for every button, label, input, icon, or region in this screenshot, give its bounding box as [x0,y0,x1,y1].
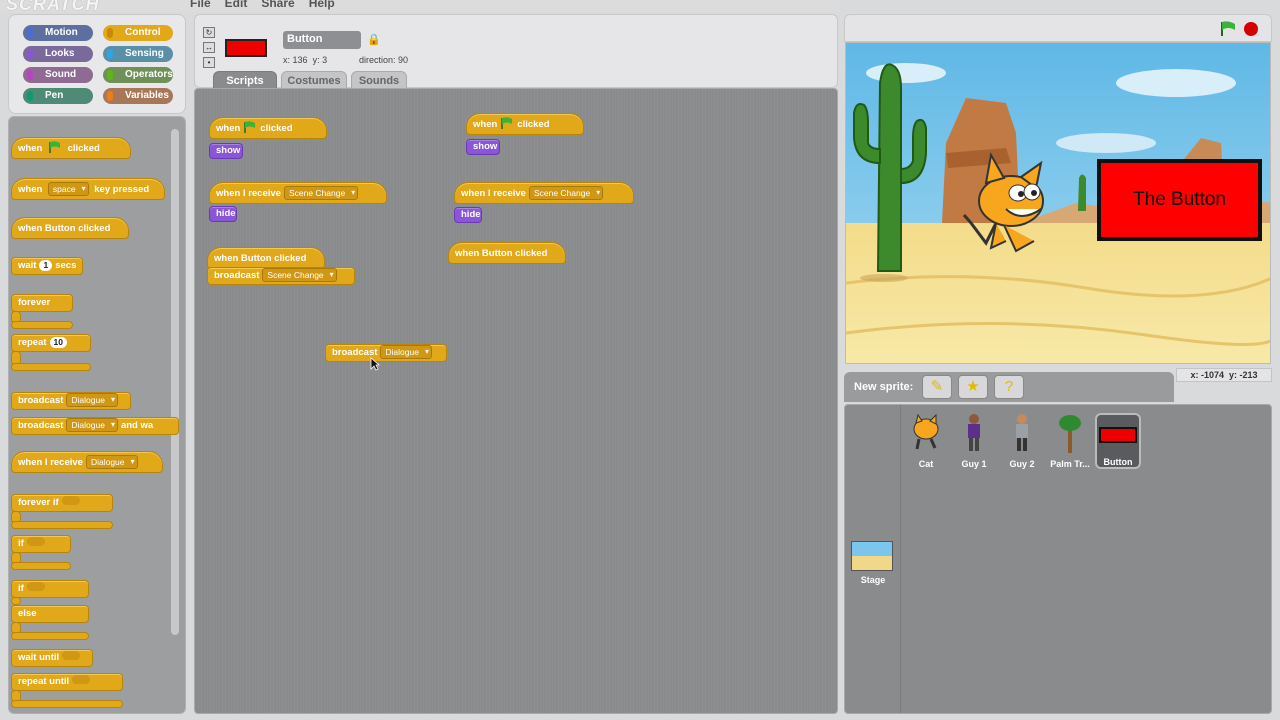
wait-number-input[interactable]: 1 [39,260,53,271]
button-thumbnail-icon [1099,427,1137,443]
tab-costumes[interactable]: Costumes [281,71,347,89]
sprite-x: 136 [292,55,308,65]
guy-2-thumbnail-icon [1016,414,1028,451]
category-sensing[interactable]: Sensing [103,46,173,62]
paint-new-sprite-button[interactable]: ✎ [922,375,952,399]
if-condition-slot[interactable] [26,537,45,546]
stage[interactable]: The Button [845,42,1271,364]
tab-sounds[interactable]: Sounds [351,71,407,89]
category-pen[interactable]: Pen [23,88,93,104]
broadcast-and-wait-block[interactable]: broadcastDialogueand wa [11,417,179,435]
green-flag-icon[interactable] [1219,21,1237,37]
wait-secs-block[interactable]: wait 1 secs [11,257,83,275]
cat-thumbnail-icon [913,413,939,450]
the-button-sprite[interactable]: The Button [1097,159,1262,241]
sprite-item-guy-2[interactable]: Guy 2 [999,413,1045,469]
show-block[interactable]: show [466,139,500,155]
when-flag-clicked-block[interactable]: when clicked [11,137,131,159]
category-operators[interactable]: Operators [103,67,173,83]
sprite-info-panel: ↻ ↔ • Button 🔒 x: 136 y: 3 direction: 90… [194,14,838,89]
menu-edit[interactable]: Edit [225,0,248,10]
tab-scripts[interactable]: Scripts [213,71,277,89]
category-sound[interactable]: Sound [23,67,93,83]
sprite-name-field[interactable]: Button [283,31,361,49]
wait-until-condition-slot[interactable] [62,651,81,660]
palm-tree-thumbnail-icon [1059,415,1081,453]
category-panel: Motion Control Looks Sensing Sound Opera… [8,14,186,114]
stage-column: Stage [845,405,901,713]
category-variables[interactable]: Variables [103,88,173,104]
sound-swatch-icon [27,70,33,80]
main-menu: File Edit Share Help [190,0,335,10]
hide-block[interactable]: hide [454,207,482,223]
category-looks[interactable]: Looks [23,46,93,62]
receive-message-dropdown[interactable]: Scene Change [283,186,359,200]
sprite-thumbnail [225,39,267,57]
when-key-pressed-block[interactable]: when space key pressed [11,178,165,200]
menu-file[interactable]: File [190,0,211,10]
sprite-list: Stage Cat Guy 1 Guy 2 Palm Tr... Button [844,404,1272,714]
forever-if-condition-slot[interactable] [61,496,80,505]
sprite-position: x: 136 y: 3 [283,55,328,65]
stop-sign-icon[interactable] [1243,21,1259,37]
motion-swatch-icon [27,28,33,38]
rotate-flip-icon[interactable]: ↔ [203,42,215,53]
receive-message-dropdown[interactable]: Scene Change [528,186,604,200]
block-palette: when clicked when space key pressed when… [8,116,186,714]
sprite-y: 3 [322,55,328,65]
green-flag-icon [244,121,256,133]
stage-thumbnail[interactable] [851,541,893,571]
random-sprite-button[interactable]: ? [994,375,1024,399]
sprite-direction: direction: 90 [359,55,409,65]
lock-icon[interactable]: 🔒 [367,33,381,46]
hide-block[interactable]: hide [209,206,237,222]
operators-swatch-icon [107,70,113,80]
scratch-logo: SCRATCH [6,0,100,14]
menu-bar: SCRATCH File Edit Share Help [0,0,840,14]
looks-swatch-icon [27,49,33,59]
category-motion[interactable]: Motion [23,25,93,41]
sprite-item-cat[interactable]: Cat [903,413,949,469]
key-dropdown[interactable]: space [47,182,89,196]
menu-share[interactable]: Share [261,0,294,10]
broadcast-message-dropdown[interactable]: Scene Change [262,268,337,282]
when-sprite-clicked-block[interactable]: when Button clicked [11,217,129,239]
variables-swatch-icon [107,91,113,101]
stage-label: Stage [860,575,886,585]
rotate-none-icon[interactable]: • [203,57,215,68]
palette-scrollbar[interactable] [171,129,179,635]
control-swatch-icon [107,28,113,38]
wait-until-block[interactable]: wait until [11,649,93,667]
sensing-swatch-icon [107,49,113,59]
broadcast-wait-message-dropdown[interactable]: Dialogue [66,418,118,432]
script-button-clicked[interactable]: when Button clicked [448,242,566,264]
mouse-coordinates: x: -1074 y: -213 [1176,368,1272,382]
sprite-item-guy-1[interactable]: Guy 1 [951,413,997,469]
show-block[interactable]: show [209,143,243,159]
scripts-area[interactable]: when clicked show when I receive Scene Cha… [194,88,838,714]
if-else-condition-slot[interactable] [26,582,45,591]
broadcast-message-dropdown[interactable]: Dialogue [380,345,432,359]
new-sprite-bar: New sprite: ✎ ★ ? [844,372,1174,402]
menu-help[interactable]: Help [309,0,335,10]
repeat-until-condition-slot[interactable] [72,675,91,684]
category-control[interactable]: Control [103,25,173,41]
repeat-number-input[interactable]: 10 [49,337,67,348]
stage-toolbar [844,14,1272,42]
rotate-full-icon[interactable]: ↻ [203,27,215,38]
guy-1-thumbnail-icon [968,414,980,451]
broadcast-block[interactable]: broadcast Dialogue [11,392,131,410]
pen-swatch-icon [27,91,33,101]
broadcast-message-dropdown[interactable]: Dialogue [66,393,118,407]
sprite-item-button[interactable]: Button [1095,413,1141,469]
receive-message-dropdown[interactable]: Dialogue [85,455,138,469]
green-flag-icon [501,117,513,129]
choose-sprite-from-file-button[interactable]: ★ [958,375,988,399]
dragged-broadcast-block[interactable]: broadcast Dialogue [325,344,447,362]
mouse-cursor-icon [370,357,380,371]
when-i-receive-block[interactable]: when I receive Dialogue [11,451,163,473]
green-flag-icon [49,141,60,153]
sprite-item-palm-tree[interactable]: Palm Tr... [1047,413,1093,469]
